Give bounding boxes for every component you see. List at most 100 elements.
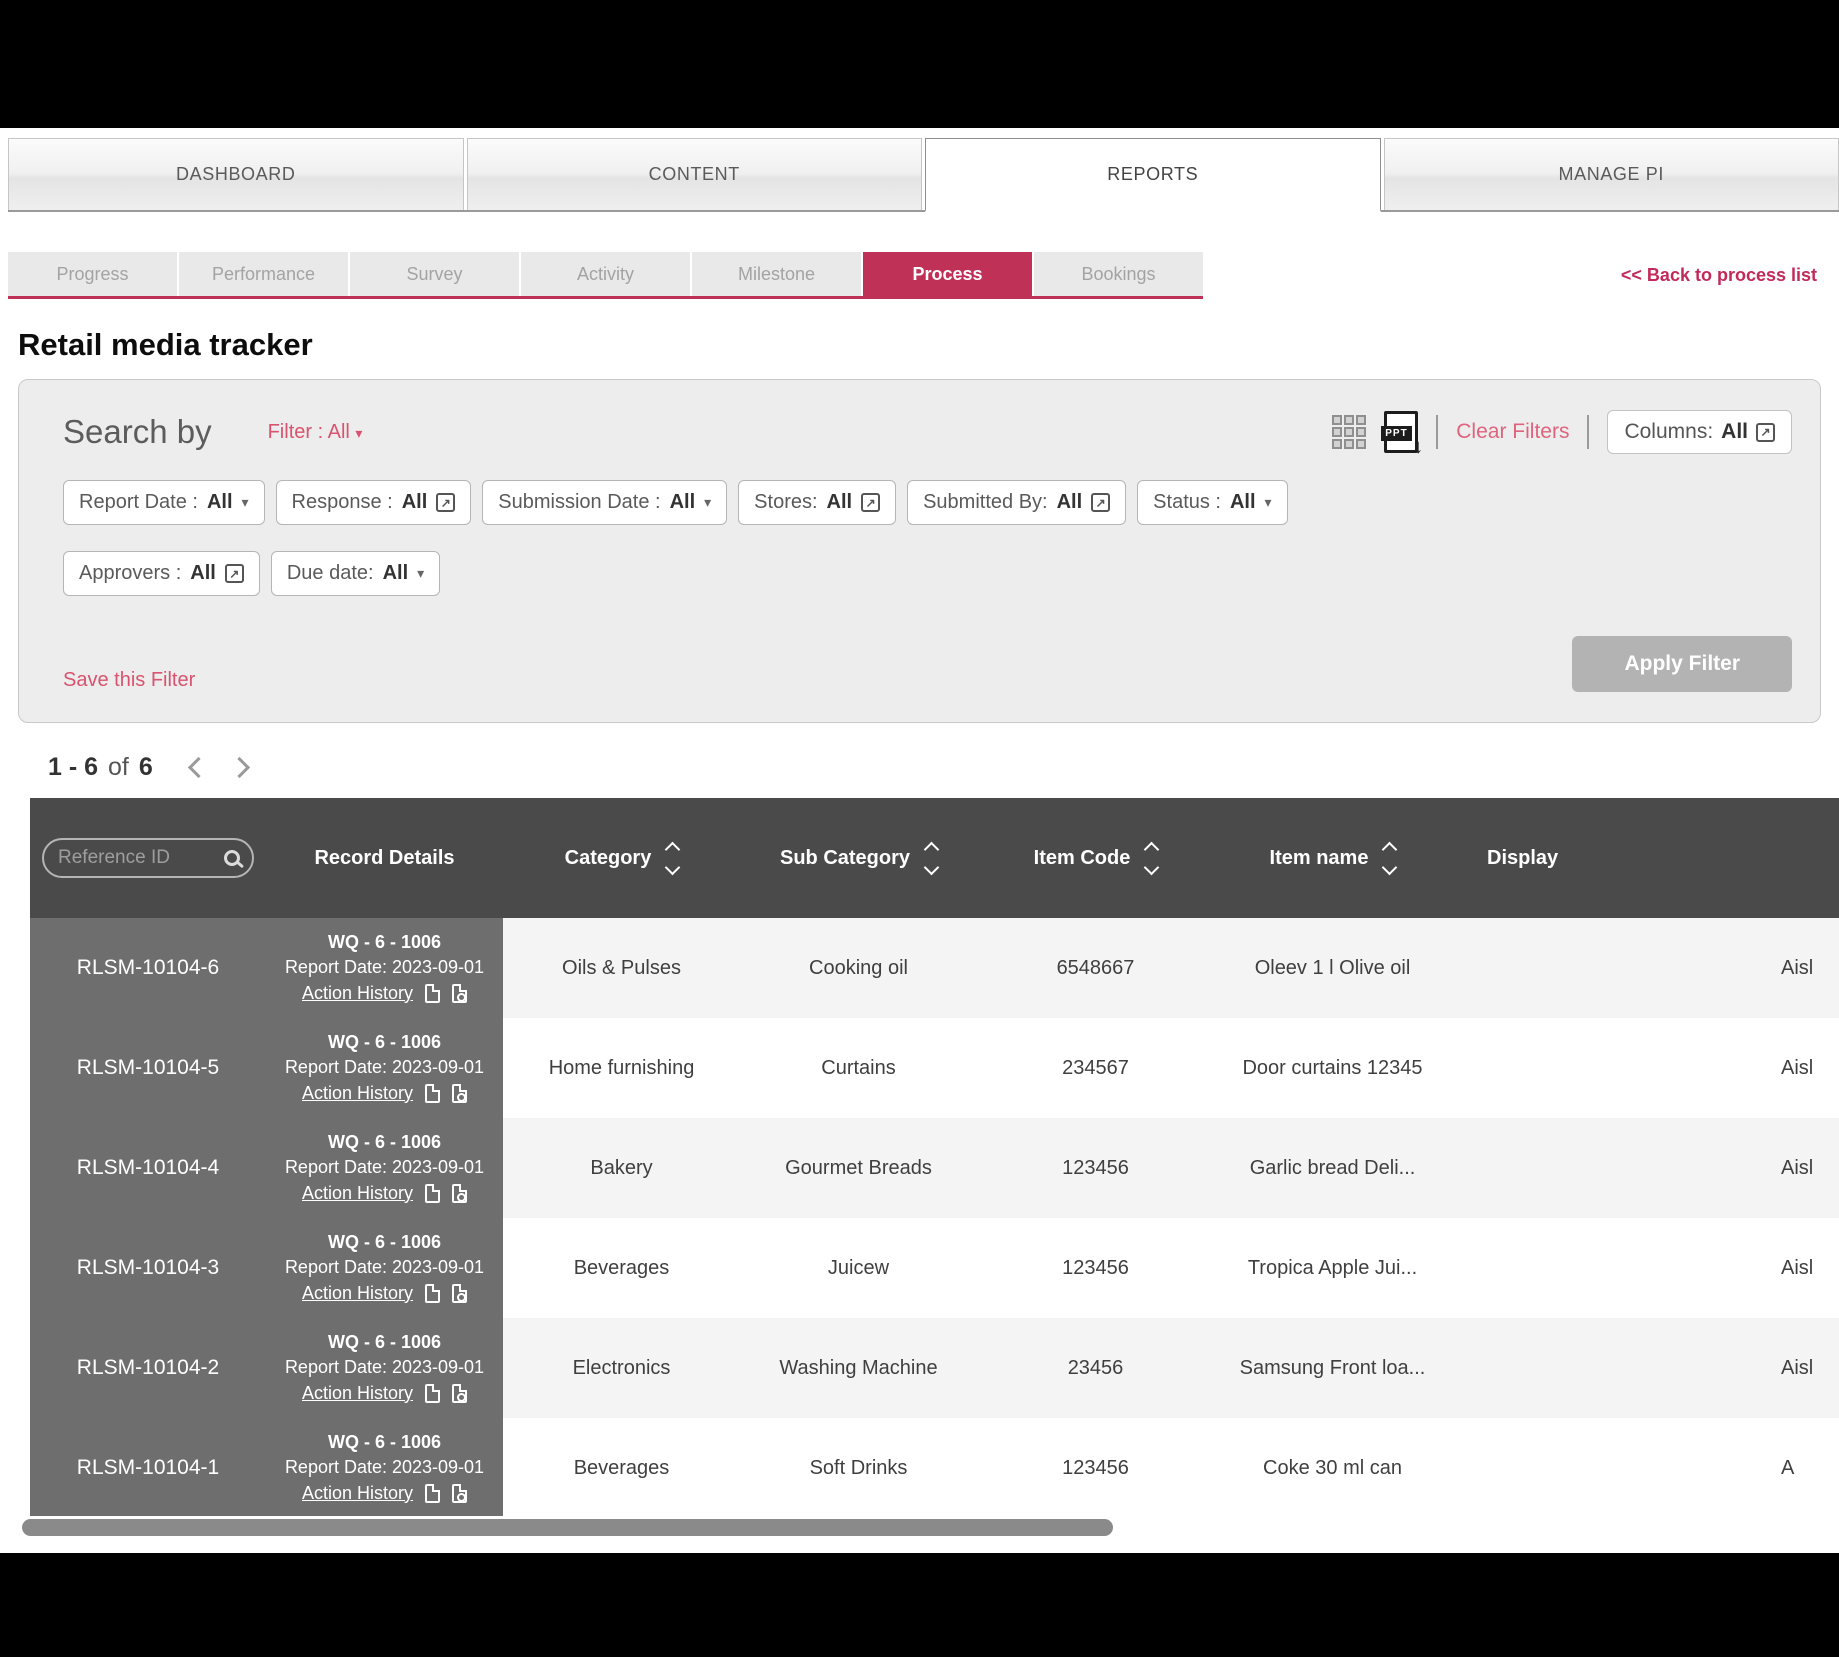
sub-category-cell: Cooking oil	[740, 918, 977, 1018]
back-to-process-list-link[interactable]: << Back to process list	[1621, 265, 1817, 286]
action-history-link[interactable]: Action History	[302, 1481, 413, 1506]
columns-label: Columns:	[1624, 420, 1713, 444]
record-report-date: Report Date: 2023-09-01	[285, 1455, 484, 1480]
popup-icon	[225, 564, 244, 583]
caret-down-icon	[1265, 494, 1272, 511]
reference-id-cell: RLSM-10104-5	[30, 1018, 266, 1118]
chip-label: Status :	[1153, 491, 1221, 514]
next-page-icon[interactable]	[229, 757, 250, 778]
action-history-link[interactable]: Action History	[302, 1181, 413, 1206]
category-cell: Home furnishing	[503, 1018, 740, 1118]
subtab-progress[interactable]: Progress	[8, 252, 177, 296]
apply-filter-button[interactable]: Apply Filter	[1572, 636, 1792, 692]
action-history-link[interactable]: Action History	[302, 981, 413, 1006]
bottom-black-bar	[0, 1553, 1839, 1657]
item-name-cell: Door curtains 12345	[1214, 1018, 1451, 1118]
document-search-icon[interactable]	[452, 1484, 467, 1503]
table-header: Record Details Category Sub Category Ite…	[30, 798, 1839, 918]
subtab-activity[interactable]: Activity	[521, 252, 690, 296]
filter-chip-stores[interactable]: Stores: All	[738, 480, 896, 525]
reference-id-search[interactable]	[42, 838, 254, 878]
subtab-process[interactable]: Process	[863, 252, 1032, 296]
reference-id-input[interactable]	[58, 847, 224, 869]
document-icon[interactable]	[425, 1084, 440, 1103]
filter-chip-report-date[interactable]: Report Date : All	[63, 480, 265, 525]
filter-panel-header: Search by Filter : All PPT ↓ Clear Filte…	[63, 410, 1792, 454]
subtab-performance[interactable]: Performance	[179, 252, 348, 296]
document-icon[interactable]	[425, 1484, 440, 1503]
divider	[1587, 415, 1589, 449]
column-header-sub-category: Sub Category	[740, 844, 977, 873]
document-icon[interactable]	[425, 1184, 440, 1203]
document-search-icon[interactable]	[452, 1084, 467, 1103]
chip-label: Report Date :	[79, 491, 198, 514]
columns-button[interactable]: Columns: All	[1607, 410, 1792, 454]
popup-icon	[861, 493, 880, 512]
document-icon[interactable]	[425, 1284, 440, 1303]
record-actions: Action History	[302, 981, 467, 1006]
popup-icon	[1756, 423, 1775, 442]
page-title: Retail media tracker	[18, 327, 1839, 363]
filter-chip-status[interactable]: Status : All	[1137, 480, 1287, 525]
chip-value: All	[383, 562, 409, 585]
sort-down-icon	[1382, 859, 1398, 875]
subtab-survey[interactable]: Survey	[350, 252, 519, 296]
sort-icons[interactable]	[1384, 844, 1395, 873]
action-history-link[interactable]: Action History	[302, 1381, 413, 1406]
document-search-icon[interactable]	[452, 1184, 467, 1203]
clear-filters-link[interactable]: Clear Filters	[1456, 420, 1569, 444]
chip-label: Submitted By:	[923, 491, 1048, 514]
record-details-cell: WQ - 6 - 1006 Report Date: 2023-09-01 Ac…	[266, 1418, 503, 1516]
document-search-icon[interactable]	[452, 984, 467, 1003]
filter-chip-response[interactable]: Response : All	[276, 480, 472, 525]
subtab-bookings[interactable]: Bookings	[1034, 252, 1203, 296]
caret-down-icon	[704, 494, 711, 511]
tab-manage-pi[interactable]: MANAGE PI	[1384, 138, 1839, 210]
table-row: RLSM-10104-4 WQ - 6 - 1006 Report Date: …	[30, 1118, 1839, 1218]
sort-icons[interactable]	[926, 844, 937, 873]
prev-page-icon[interactable]	[188, 757, 209, 778]
record-report-date: Report Date: 2023-09-01	[285, 1355, 484, 1380]
horizontal-scrollbar[interactable]	[22, 1519, 1113, 1536]
action-history-link[interactable]: Action History	[302, 1281, 413, 1306]
category-cell: Bakery	[503, 1118, 740, 1218]
display-cell: Aisl	[1451, 1018, 1839, 1118]
tab-dashboard[interactable]: DASHBOARD	[8, 138, 464, 210]
document-icon[interactable]	[425, 984, 440, 1003]
search-icon[interactable]	[224, 850, 240, 866]
page: DASHBOARD CONTENT REPORTS MANAGE PI Prog…	[0, 128, 1839, 1553]
category-cell: Beverages	[503, 1418, 740, 1516]
record-details-cell: WQ - 6 - 1006 Report Date: 2023-09-01 Ac…	[266, 1318, 503, 1418]
display-cell: Aisl	[1451, 1218, 1839, 1318]
chip-value: All	[402, 491, 428, 514]
filter-chip-approvers[interactable]: Approvers : All	[63, 551, 260, 596]
tab-reports[interactable]: REPORTS	[925, 138, 1381, 212]
document-search-icon[interactable]	[452, 1284, 467, 1303]
document-icon[interactable]	[425, 1384, 440, 1403]
filter-chip-due-date[interactable]: Due date: All	[271, 551, 440, 596]
ppt-download-icon[interactable]: PPT ↓	[1384, 411, 1418, 453]
record-code: WQ - 6 - 1006	[328, 930, 441, 955]
sort-icons[interactable]	[667, 844, 678, 873]
filter-chip-submission-date[interactable]: Submission Date : All	[482, 480, 727, 525]
caret-down-icon	[417, 565, 424, 582]
save-this-filter-link[interactable]: Save this Filter	[63, 669, 195, 692]
tab-content[interactable]: CONTENT	[467, 138, 923, 210]
sort-down-icon	[665, 859, 681, 875]
chip-value: All	[827, 491, 853, 514]
grid-view-icon[interactable]	[1332, 415, 1366, 449]
action-history-link[interactable]: Action History	[302, 1081, 413, 1106]
record-actions: Action History	[302, 1281, 467, 1306]
table-row: RLSM-10104-1 WQ - 6 - 1006 Report Date: …	[30, 1418, 1839, 1516]
filter-chip-submitted-by[interactable]: Submitted By: All	[907, 480, 1126, 525]
subtab-milestone[interactable]: Milestone	[692, 252, 861, 296]
table-row: RLSM-10104-3 WQ - 6 - 1006 Report Date: …	[30, 1218, 1839, 1318]
column-label: Item name	[1270, 847, 1369, 870]
item-code-cell: 123456	[977, 1418, 1214, 1516]
document-search-icon[interactable]	[452, 1384, 467, 1403]
reference-id-header	[30, 838, 266, 878]
chip-label: Submission Date :	[498, 491, 660, 514]
sort-icons[interactable]	[1146, 844, 1157, 873]
filter-all-dropdown[interactable]: Filter : All	[268, 421, 363, 444]
table-row: RLSM-10104-2 WQ - 6 - 1006 Report Date: …	[30, 1318, 1839, 1418]
